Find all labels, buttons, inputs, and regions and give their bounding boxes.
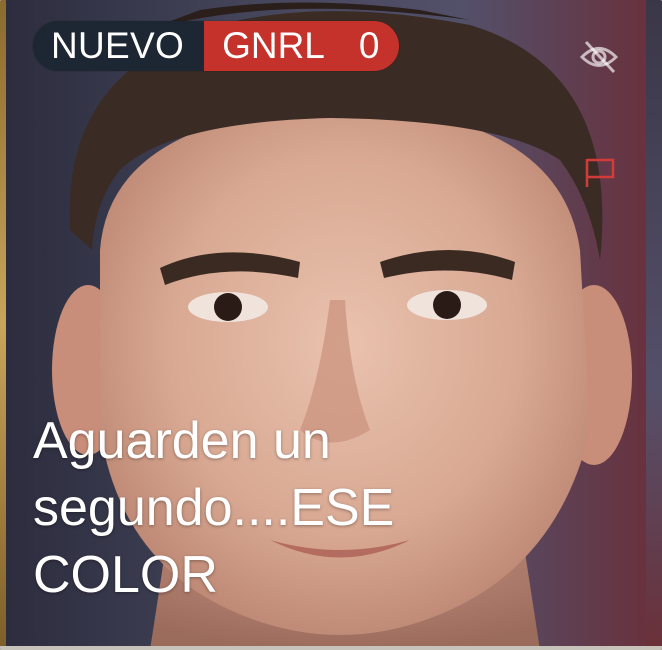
badge-category: GNRL <box>222 25 325 66</box>
caption-line-3: COLOR <box>33 546 218 604</box>
post-caption: Aguarden un segundo....ESE COLOR <box>33 408 593 609</box>
flag-icon[interactable] <box>583 155 619 191</box>
caption-line-2: segundo....ESE <box>33 479 395 537</box>
badge-category-section: GNRL 0 <box>204 21 400 71</box>
badge-label: NUEVO <box>33 21 205 71</box>
badge-count: 0 <box>358 25 380 66</box>
card-bottom-border <box>0 646 662 650</box>
eye-slash-icon[interactable] <box>576 34 622 80</box>
post-card[interactable]: NUEVO GNRL 0 Aguarden un segundo....ESE … <box>0 0 662 650</box>
caption-line-1: Aguarden un <box>33 412 331 470</box>
category-badge[interactable]: NUEVO GNRL 0 <box>33 21 400 71</box>
